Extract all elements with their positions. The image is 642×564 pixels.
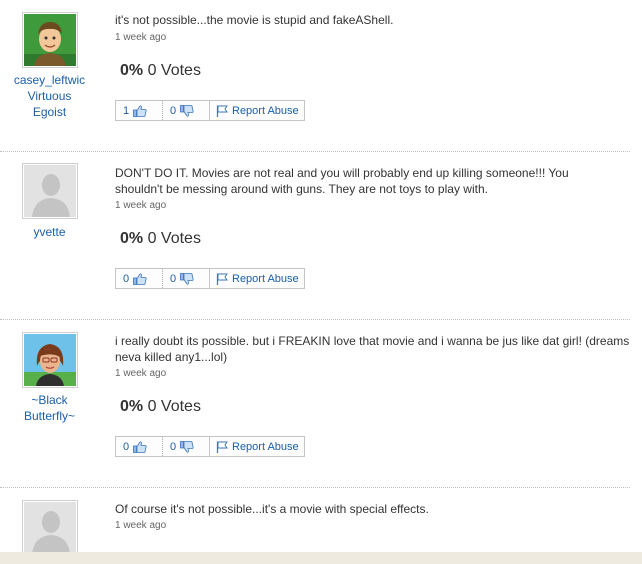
report-abuse-button[interactable]: Report Abuse (210, 269, 299, 288)
thumbs-down-button[interactable]: 0 (163, 437, 210, 456)
thumbs-down-icon (180, 104, 194, 117)
timestamp: 1 week ago (115, 32, 167, 43)
page-footer-strip (0, 552, 642, 564)
vote-count: 0 Votes (147, 398, 201, 415)
cartoon-boy-avatar-icon (24, 14, 76, 66)
thumbs-down-count: 0 (170, 440, 177, 453)
answer-text: i really doubt its possible. but i FREAK… (115, 334, 630, 364)
answer-text: Of course it's not possible...it's a mov… (115, 502, 429, 516)
vote-percent: 0% (120, 230, 144, 247)
thumbs-down-count: 0 (170, 272, 177, 285)
thumbs-down-button[interactable]: 0 (163, 101, 210, 120)
vote-summary: 0% 0 Votes (120, 398, 201, 416)
username-link[interactable]: yvette (0, 224, 99, 240)
timestamp: 1 week ago (115, 200, 167, 211)
answer-actions: 1 0 Report Abuse (115, 100, 305, 121)
answer-separator (0, 319, 630, 320)
thumbs-up-count: 1 (123, 104, 130, 117)
vote-percent: 0% (120, 398, 144, 415)
default-silhouette-avatar-icon (24, 502, 76, 553)
username-line: Butterfly~ (23, 409, 76, 423)
username-line: casey_leftwic (13, 73, 86, 87)
report-abuse-button[interactable]: Report Abuse (210, 101, 299, 120)
cartoon-girl-avatar-icon (24, 334, 76, 386)
answer-actions: 0 0 Report Abuse (115, 268, 305, 289)
vote-percent: 0% (120, 62, 144, 79)
answer-text: it's not possible...the movie is stupid … (115, 13, 394, 27)
thumbs-up-icon (133, 440, 147, 453)
thumbs-down-icon (180, 272, 194, 285)
default-silhouette-avatar-icon (24, 165, 76, 217)
vote-count: 0 Votes (147, 62, 201, 79)
thumbs-down-button[interactable]: 0 (163, 269, 210, 288)
thumbs-up-button[interactable]: 1 (116, 101, 163, 120)
answer-separator (0, 151, 630, 152)
flag-icon (216, 105, 228, 117)
report-abuse-button[interactable]: Report Abuse (210, 437, 299, 456)
timestamp: 1 week ago (115, 520, 167, 531)
username-link[interactable]: ~Black Butterfly~ (0, 392, 99, 424)
user-level-line: Egoist (32, 105, 67, 119)
answer-text: DON'T DO IT. Movies are not real and you… (115, 166, 569, 196)
flag-icon (216, 273, 228, 285)
flag-icon (216, 441, 228, 453)
answers-list: casey_leftwic Virtuous Egoist it's not p… (0, 0, 642, 564)
answer-actions: 0 0 Report Abuse (115, 436, 305, 457)
username-line: yvette (33, 225, 66, 239)
report-abuse-label: Report Abuse (232, 440, 299, 453)
thumbs-up-count: 0 (123, 440, 130, 453)
avatar[interactable] (22, 500, 78, 554)
vote-summary: 0% 0 Votes (120, 62, 201, 80)
answer-separator (0, 487, 630, 488)
thumbs-up-button[interactable]: 0 (116, 437, 163, 456)
thumbs-up-count: 0 (123, 272, 130, 285)
avatar[interactable] (22, 332, 78, 388)
thumbs-up-button[interactable]: 0 (116, 269, 163, 288)
thumbs-up-icon (133, 104, 147, 117)
username-line: ~Black (31, 393, 68, 407)
timestamp: 1 week ago (115, 368, 167, 379)
thumbs-down-count: 0 (170, 104, 177, 117)
username-link[interactable]: casey_leftwic Virtuous Egoist (0, 72, 99, 120)
vote-count: 0 Votes (147, 230, 201, 247)
vote-summary: 0% 0 Votes (120, 230, 201, 248)
user-level-line: Virtuous (27, 89, 72, 103)
thumbs-down-icon (180, 440, 194, 453)
report-abuse-label: Report Abuse (232, 272, 299, 285)
report-abuse-label: Report Abuse (232, 104, 299, 117)
thumbs-up-icon (133, 272, 147, 285)
avatar[interactable] (22, 12, 78, 68)
avatar[interactable] (22, 163, 78, 219)
